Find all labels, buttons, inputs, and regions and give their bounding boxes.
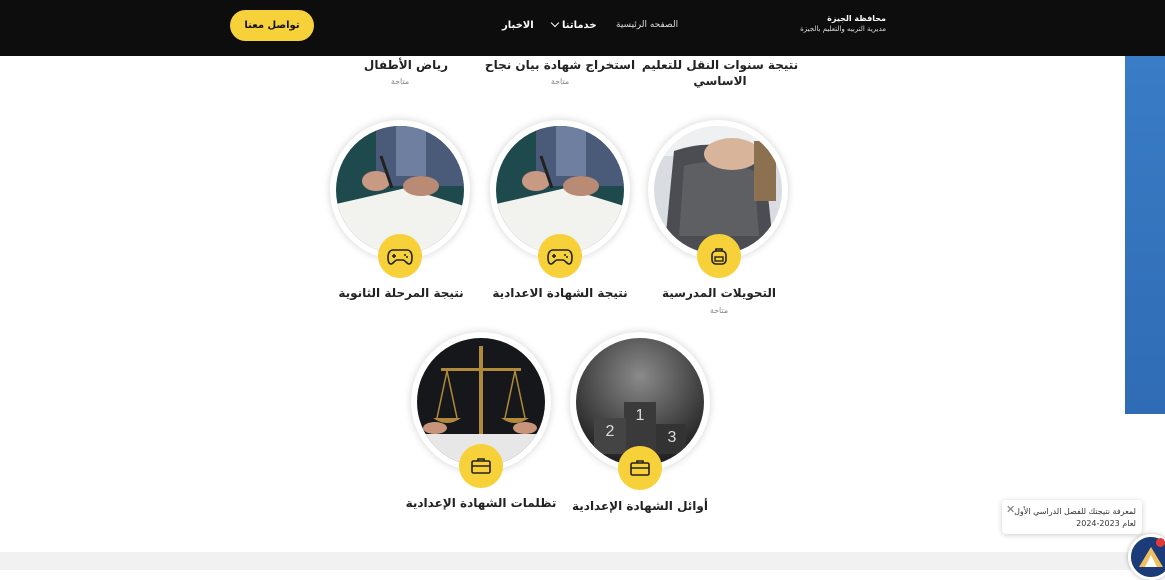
backpack-icon — [711, 248, 727, 265]
svg-text:1: 1 — [636, 407, 645, 424]
card-status-school-transfers: متاحة — [709, 306, 729, 315]
card-status-success-certificate: متاحة — [550, 77, 570, 86]
nav-services[interactable]: خدماتنا — [550, 14, 597, 36]
notification-dot — [1156, 538, 1165, 547]
toast-message: لمعرفة نتيجتك للفصل الدراسي الأول لعام 2… — [1014, 507, 1136, 528]
chevron-down-icon — [550, 18, 560, 28]
svg-text:3: 3 — [668, 429, 677, 446]
briefcase-icon-badge — [618, 446, 662, 490]
nav-home[interactable]: الصفحه الرئيسية — [616, 14, 678, 36]
brand-line1: محافظة الجيزة — [827, 14, 886, 23]
footer-strip — [0, 552, 1165, 570]
top-navbar: تواصل معنا الاخبار خدماتنا الصفحه الرئيس… — [0, 0, 1165, 56]
gamepad-icon-badge — [538, 234, 582, 278]
contact-us-button[interactable]: تواصل معنا — [230, 10, 314, 41]
card-title-transfer-years[interactable]: نتيجة سنوات النقل للتعليم الاساسي — [632, 57, 808, 89]
gamepad-icon — [387, 249, 413, 265]
svg-text:2: 2 — [606, 423, 615, 440]
close-icon[interactable]: ✕ — [1006, 504, 1015, 516]
brand-logo-text[interactable]: محافظة الجيزة مديرية التربيه والتعليم با… — [800, 14, 886, 34]
side-blue-panel — [1125, 56, 1165, 414]
card-status-kindergarten: متاحة — [390, 77, 410, 86]
backpack-icon-badge — [697, 234, 741, 278]
nav-news[interactable]: الاخبار — [502, 14, 534, 36]
briefcase-icon-badge — [459, 444, 503, 488]
briefcase-icon — [630, 460, 650, 476]
gamepad-icon-badge — [378, 234, 422, 278]
gamepad-icon — [547, 249, 573, 265]
card-title-top-students[interactable]: أوائل الشهادة الإعدادية — [530, 498, 750, 514]
brand-line2: مديرية التربيه والتعليم بالجيزة — [800, 25, 886, 33]
card-title-school-transfers[interactable]: التحويلات المدرسية — [609, 285, 829, 301]
result-notification-toast[interactable]: ✕ لمعرفة نتيجتك للفصل الدراسي الأول لعام… — [1002, 500, 1142, 534]
nav-services-label: خدماتنا — [562, 19, 597, 31]
briefcase-icon — [471, 458, 491, 474]
